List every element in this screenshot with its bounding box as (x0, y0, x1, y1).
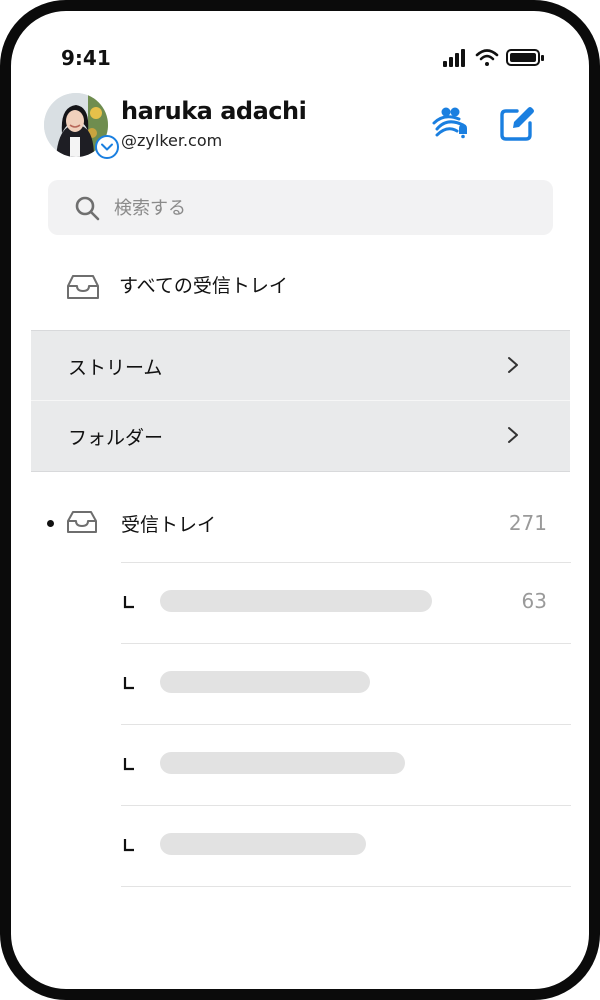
search-input[interactable] (112, 194, 536, 222)
all-inboxes-item[interactable]: すべての受信トレイ (11, 259, 589, 311)
subfolder-item[interactable] (121, 805, 571, 886)
subfolder-branch-icon (123, 758, 134, 771)
subfolder-name-placeholder (160, 833, 366, 855)
nav-item-folders[interactable]: フォルダー (31, 401, 570, 470)
subfolder-item[interactable] (121, 724, 571, 805)
compose-button[interactable] (497, 103, 537, 143)
subfolder-name-placeholder (160, 752, 405, 774)
unread-count: 63 (521, 589, 547, 613)
nav-item-label: ストリーム (68, 357, 163, 379)
compose-icon (500, 107, 534, 141)
search-icon (75, 196, 100, 221)
subfolder-item[interactable]: 63 (121, 562, 571, 643)
status-bar: 9:41 (11, 11, 589, 91)
inbox-tray-icon (67, 275, 99, 299)
user-name: haruka adachi (121, 97, 307, 125)
inbox-tray-icon (67, 511, 97, 533)
subfolder-branch-icon (123, 839, 134, 852)
user-email: @zylker.com (121, 131, 223, 150)
subfolder-name-placeholder (160, 671, 370, 693)
nav-item-streams[interactable]: ストリーム (31, 331, 570, 401)
phone-frame: 9:41 haruka adachi @zylker.com 検索する すべての… (0, 0, 600, 1000)
nav-item-label: フォルダー (68, 427, 164, 449)
chevron-right-icon (508, 357, 518, 373)
cellular-signal-icon (443, 49, 465, 67)
folder-label: 受信トレイ (121, 514, 217, 536)
subfolder-divider (121, 886, 571, 907)
account-switch-button[interactable] (95, 135, 119, 159)
folder-item-inbox[interactable]: 受信トレイ 271 (11, 494, 589, 562)
chevron-down-icon (101, 143, 113, 151)
subfolder-name-placeholder (160, 590, 432, 612)
contacts-button[interactable] (429, 103, 469, 143)
all-inboxes-label: すべての受信トレイ (119, 275, 288, 297)
status-indicators (443, 49, 544, 67)
nav-section: ストリーム フォルダー (31, 330, 570, 472)
chevron-right-icon (508, 427, 518, 443)
battery-icon (506, 49, 544, 66)
account-header: haruka adachi @zylker.com (11, 93, 589, 173)
status-time: 9:41 (61, 46, 111, 70)
subfolder-item[interactable] (121, 643, 571, 724)
contacts-bell-icon (432, 107, 467, 139)
unread-count: 271 (508, 511, 547, 535)
wifi-icon (475, 49, 499, 66)
search-bar[interactable] (48, 180, 553, 235)
selected-indicator (47, 520, 54, 527)
subfolder-branch-icon (123, 596, 134, 609)
subfolder-branch-icon (123, 677, 134, 690)
